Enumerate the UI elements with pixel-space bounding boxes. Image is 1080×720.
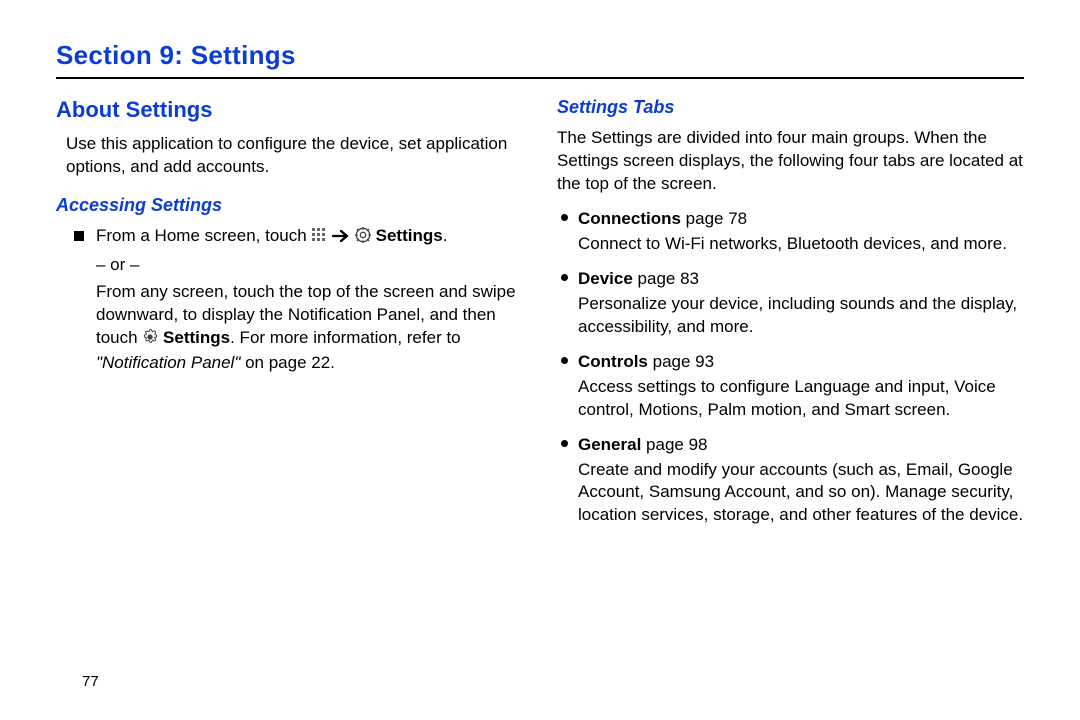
two-columns: About Settings Use this application to c…: [56, 89, 1024, 527]
square-bullet-icon: [74, 231, 84, 241]
settings-tabs-heading: Settings Tabs: [557, 95, 1024, 119]
step-from-home: From a Home screen, touch: [74, 225, 523, 250]
settings-gear-icon: [355, 227, 371, 250]
column-right: Settings Tabs The Settings are divided i…: [557, 89, 1024, 527]
alt-step-c: on page 22.: [240, 353, 335, 372]
arrow-right-icon: [332, 227, 350, 250]
tab-general-head: General page 98: [578, 434, 1024, 457]
or-text: – or –: [96, 254, 523, 277]
tab-device-desc: Personalize your device, including sound…: [578, 293, 1024, 339]
notification-panel-ref: "Notification Panel": [96, 353, 240, 372]
manual-page: Section 9: Settings About Settings Use t…: [0, 0, 1080, 720]
settings-label: Settings: [376, 226, 443, 245]
about-intro-text: Use this application to configure the de…: [66, 133, 523, 179]
apps-grid-icon: [311, 227, 327, 250]
tab-device-head: Device page 83: [578, 268, 1024, 291]
column-left: About Settings Use this application to c…: [56, 89, 523, 527]
tab-connections-desc: Connect to Wi-Fi networks, Bluetooth dev…: [578, 233, 1007, 256]
step-text: From a Home screen, touch: [96, 225, 523, 250]
step-prefix: From a Home screen, touch: [96, 226, 311, 245]
tabs-intro-text: The Settings are divided into four main …: [557, 127, 1024, 196]
page-number: 77: [82, 673, 99, 690]
bullet-icon: [561, 357, 568, 364]
tab-connections-head: Connections page 78: [578, 208, 1007, 231]
settings-label-2: Settings: [163, 328, 230, 347]
list-item: General page 98 Create and modify your a…: [561, 434, 1024, 528]
bullet-icon: [561, 214, 568, 221]
alt-step-b: . For more information, refer to: [230, 328, 461, 347]
alt-step-text: From any screen, touch the top of the sc…: [96, 281, 523, 375]
tab-general-desc: Create and modify your accounts (such as…: [578, 459, 1024, 528]
list-item: Connections page 78 Connect to Wi-Fi net…: [561, 208, 1024, 256]
step-period: .: [443, 226, 448, 245]
section-title: Section 9: Settings: [56, 40, 1024, 71]
section-rule: [56, 77, 1024, 79]
tab-controls-desc: Access settings to configure Language an…: [578, 376, 1024, 422]
accessing-settings-heading: Accessing Settings: [56, 193, 523, 217]
bullet-icon: [561, 274, 568, 281]
tabs-list: Connections page 78 Connect to Wi-Fi net…: [557, 208, 1024, 527]
tab-controls-head: Controls page 93: [578, 351, 1024, 374]
list-item: Controls page 93 Access settings to conf…: [561, 351, 1024, 422]
about-settings-heading: About Settings: [56, 95, 523, 125]
settings-gear-icon: [142, 329, 158, 352]
bullet-icon: [561, 440, 568, 447]
list-item: Device page 83 Personalize your device, …: [561, 268, 1024, 339]
